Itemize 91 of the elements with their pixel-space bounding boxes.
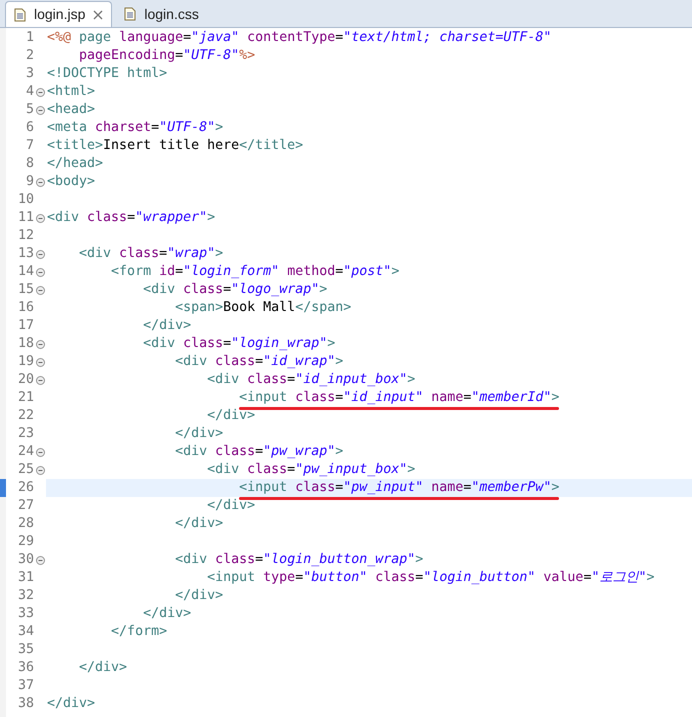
line-number: 37 bbox=[16, 677, 34, 695]
code-line: <span>Book Mall</span> bbox=[175, 299, 352, 317]
line-number: 16 bbox=[16, 299, 34, 317]
line-number: 36 bbox=[16, 659, 34, 677]
collapse-icon[interactable] bbox=[36, 268, 44, 276]
code-line: </head> bbox=[47, 155, 104, 173]
code-line: </div> bbox=[47, 695, 96, 713]
line-number: 30 bbox=[16, 551, 34, 569]
line-number: 18 bbox=[16, 335, 34, 353]
collapse-icon[interactable] bbox=[36, 358, 44, 366]
line-number: 2 bbox=[24, 47, 34, 65]
collapse-icon[interactable] bbox=[36, 556, 44, 564]
line-number: 21 bbox=[16, 389, 34, 407]
code-line: <input type="button" class="login_button" value="로그인"> bbox=[207, 569, 654, 587]
code-line: <html> bbox=[47, 83, 96, 101]
line-number: 4 bbox=[24, 83, 34, 101]
code-line: <%@ page language="java" contentType="text/html; charset=UTF-8" bbox=[47, 29, 552, 47]
code-line: <div class="pw_wrap"> bbox=[175, 443, 344, 461]
collapse-icon[interactable] bbox=[36, 214, 44, 222]
code-line: pageEncoding="UTF-8"%> bbox=[79, 47, 256, 65]
line-number: 8 bbox=[24, 155, 34, 173]
line-number: 17 bbox=[16, 317, 34, 335]
code-line: <input class="pw_input" name="memberPw"> bbox=[239, 479, 560, 497]
code-line: <!DOCTYPE html> bbox=[47, 65, 168, 83]
line-number: 32 bbox=[16, 587, 34, 605]
code-line: <div class="logo_wrap"> bbox=[143, 281, 328, 299]
collapse-icon[interactable] bbox=[36, 376, 44, 384]
line-number: 34 bbox=[16, 623, 34, 641]
collapse-icon[interactable] bbox=[36, 106, 44, 114]
editor-tab[interactable]: login.css bbox=[116, 1, 207, 27]
line-number: 7 bbox=[24, 137, 34, 155]
code-line: <body> bbox=[47, 173, 96, 191]
line-number: 1 bbox=[24, 29, 34, 47]
code-line: <div class="login_wrap"> bbox=[143, 335, 336, 353]
line-number: 3 bbox=[24, 65, 34, 83]
code-line: </div> bbox=[143, 317, 192, 335]
code-line: <div class="login_button_wrap"> bbox=[175, 551, 424, 569]
line-number: 31 bbox=[16, 569, 34, 587]
line-number: 9 bbox=[24, 173, 34, 191]
line-number: 6 bbox=[24, 119, 34, 137]
code-line: <div class="id_input_box"> bbox=[207, 371, 416, 389]
line-number: 12 bbox=[16, 227, 34, 245]
code-line: </div> bbox=[175, 425, 224, 443]
line-number: 38 bbox=[16, 695, 34, 713]
line-number: 33 bbox=[16, 605, 34, 623]
code-line: </div> bbox=[175, 515, 224, 533]
line-number: 22 bbox=[16, 407, 34, 425]
code-line: <input class="id_input" name="memberId"> bbox=[239, 389, 560, 407]
close-icon[interactable] bbox=[93, 10, 104, 20]
line-number: 15 bbox=[16, 281, 34, 299]
code-line: </div> bbox=[79, 659, 128, 677]
collapse-icon[interactable] bbox=[36, 250, 44, 258]
code-line: <div class="wrapper"> bbox=[47, 209, 216, 227]
line-number: 5 bbox=[24, 101, 34, 119]
file-icon bbox=[14, 8, 26, 22]
code-line: <form id="login_form" method="post"> bbox=[111, 263, 400, 281]
line-number: 24 bbox=[16, 443, 34, 461]
code-line: <title>Insert title here</title> bbox=[47, 137, 304, 155]
code-line: </div> bbox=[175, 587, 224, 605]
code-line: </div> bbox=[207, 497, 256, 515]
collapse-icon[interactable] bbox=[36, 88, 44, 96]
line-number: 14 bbox=[16, 263, 34, 281]
line-number: 13 bbox=[16, 245, 34, 263]
line-number: 11 bbox=[16, 209, 34, 227]
code-line: <head> bbox=[47, 101, 96, 119]
line-number: 19 bbox=[16, 353, 34, 371]
line-number: 25 bbox=[16, 461, 34, 479]
line-number: 35 bbox=[16, 641, 34, 659]
code-line: <div class="wrap"> bbox=[79, 245, 224, 263]
file-icon bbox=[124, 7, 136, 21]
line-number: 10 bbox=[16, 191, 34, 209]
code-line: </form> bbox=[111, 623, 168, 641]
code-line: <div class="id_wrap"> bbox=[175, 353, 344, 371]
collapse-icon[interactable] bbox=[36, 340, 44, 348]
collapse-icon[interactable] bbox=[36, 286, 44, 294]
code-line: <meta charset="UTF-8"> bbox=[47, 119, 224, 137]
code-line: <div class="pw_input_box"> bbox=[207, 461, 416, 479]
tab-label: login.css bbox=[144, 4, 199, 24]
code-line: </div> bbox=[207, 407, 256, 425]
line-number: 28 bbox=[16, 515, 34, 533]
line-number: 27 bbox=[16, 497, 34, 515]
collapse-icon[interactable] bbox=[36, 466, 44, 474]
collapse-icon[interactable] bbox=[36, 178, 44, 186]
line-number: 20 bbox=[16, 371, 34, 389]
line-number: 29 bbox=[16, 533, 34, 551]
collapse-icon[interactable] bbox=[36, 448, 44, 456]
line-number: 26 bbox=[16, 479, 34, 497]
editor-tab[interactable]: login.jsp bbox=[5, 1, 112, 27]
code-line: </div> bbox=[143, 605, 192, 623]
line-number: 23 bbox=[16, 425, 34, 443]
tab-label: login.jsp bbox=[34, 5, 86, 24]
